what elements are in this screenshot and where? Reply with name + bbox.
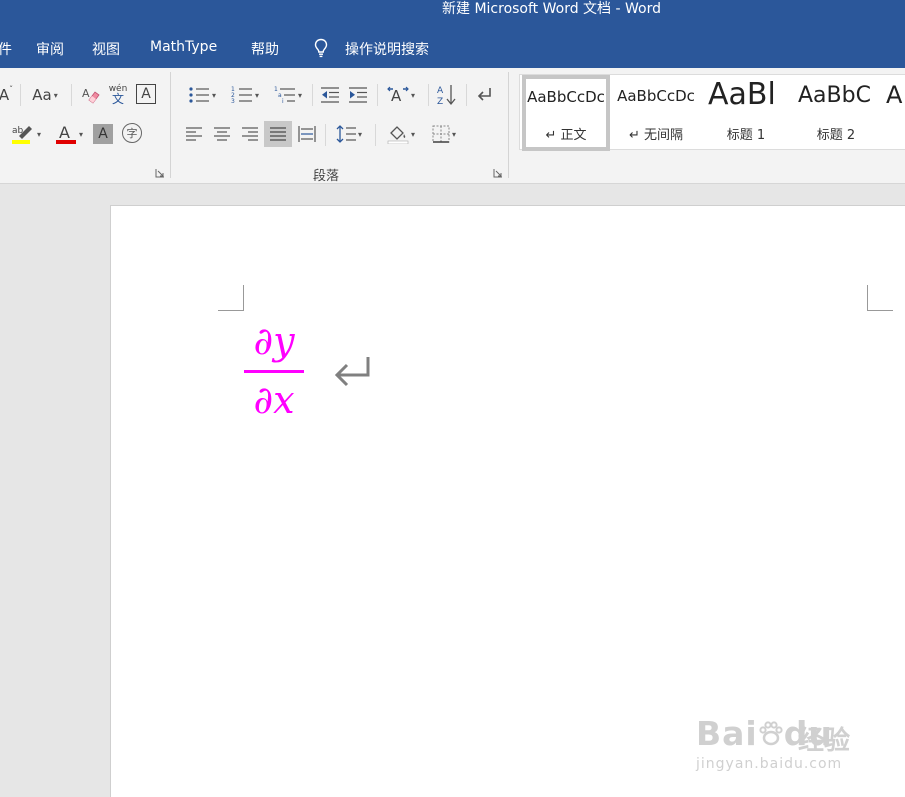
svg-text:Z: Z [437,97,443,107]
multilevel-list-icon: 1 a i [274,86,295,105]
margin-corner-top-right [867,285,893,311]
text-highlight-button[interactable]: ab ▾ [4,122,46,146]
enclose-characters-button[interactable]: 字 [122,123,142,143]
line-spacing-button[interactable]: ▾ [330,121,368,147]
asian-layout-button[interactable]: A ▾ [383,83,419,107]
shading-button[interactable]: ▾ [381,121,421,147]
sort-az-icon: A Z [437,85,456,107]
margin-corner-top-left [218,285,244,311]
style-title[interactable]: A [882,75,905,151]
menu-bar: 件 审阅 视图 MathType 帮助 操作说明搜索 [0,20,905,68]
svg-text:A: A [437,86,444,96]
style-normal[interactable]: AaBbCcDc ↵ 正文 [522,75,610,151]
style-heading-2[interactable]: AaBbC 标题 2 [792,75,880,151]
eraser-icon: A [82,87,100,104]
font-dialog-launcher-icon[interactable] [155,168,165,178]
math-equation[interactable]: ∂y ∂x [244,318,304,423]
font-color-icon: A [55,123,76,144]
svg-text:A: A [59,123,70,142]
decrease-indent-icon [321,87,339,103]
paw-icon [759,721,783,746]
font-color-button[interactable]: A ▾ [50,122,88,146]
multilevel-list-button[interactable]: 1 a i ▾ [268,83,308,107]
menu-review-tab[interactable]: 审阅 [36,39,64,59]
sort-button[interactable]: A Z [434,82,460,108]
style-sample: A [886,81,903,109]
paint-bucket-icon [387,126,409,144]
baidu-logo-bai: Bai [696,714,758,753]
paragraph-dialog-launcher-icon[interactable] [493,168,503,178]
baidu-watermark: Bai du 经验 jingyan.baidu.com [696,698,866,778]
style-no-spacing[interactable]: AaBbCcDc ↵ 无间隔 [612,75,700,151]
align-left-icon [186,127,202,141]
font-size-a-icon: A [0,86,10,104]
style-name: ↵ 无间隔 [628,128,684,143]
decrease-indent-button[interactable] [318,83,342,107]
increase-indent-icon [349,87,367,103]
numbered-list-icon: 1 2 3 [231,86,252,105]
menu-mathtype-tab[interactable]: MathType [150,39,217,55]
highlighter-icon: ab [11,126,32,144]
enclose-label: 字 [126,127,138,140]
menu-file-tab[interactable]: 件 [0,39,12,59]
borders-icon [432,125,450,143]
show-hide-marks-button[interactable] [472,83,496,107]
shrink-font-button[interactable]: Aˇ [0,84,13,106]
style-heading-1[interactable]: AaBl 标题 1 [702,75,790,151]
distributed-icon [298,126,316,142]
style-sample: AaBbCcDc [617,87,695,105]
character-shading-button[interactable]: A [93,124,113,144]
clear-formatting-button[interactable]: A [80,83,102,107]
ribbon: Aˇ Aa ▾ A wén 文 A ab ▾ A ▾ A 字 ▾ 1 2 3 ▾… [0,68,905,184]
paragraph-mark-icon [477,88,491,101]
style-sample: AaBbC [798,83,871,108]
menu-help-tab[interactable]: 帮助 [251,39,279,59]
align-center-icon [214,127,230,141]
asian-layout-icon: A [387,86,409,105]
watermark-url: jingyan.baidu.com [696,756,843,772]
bullet-list-icon [189,87,209,103]
svg-text:3: 3 [231,98,235,105]
document-gutter [0,185,110,797]
align-right-button[interactable] [238,121,262,147]
distributed-align-button[interactable] [295,121,319,147]
line-spacing-icon [336,125,356,143]
jingyan-label: 经验 [798,726,851,756]
svg-text:i: i [282,98,284,105]
align-left-button[interactable] [182,121,206,147]
svg-text:A: A [82,87,90,100]
justify-button[interactable] [264,121,292,147]
borders-button[interactable]: ▾ [424,121,464,147]
justify-icon [270,127,286,141]
paragraph-return-icon [334,357,370,387]
phonetic-guide-button[interactable]: wén 文 [107,81,129,107]
equation-numerator: ∂y [253,319,295,363]
style-name: ↵ 正文 [545,128,587,143]
phonetic-char-label: 文 [111,92,124,106]
styles-gallery: AaBbCcDc ↵ 正文 AaBbCcDc ↵ 无间隔 AaBl 标题 1 A… [519,74,905,151]
fraction-bar [244,370,304,373]
tell-me-search[interactable]: 操作说明搜索 [345,39,429,59]
numbering-button[interactable]: 1 2 3 ▾ [225,83,265,107]
lightbulb-icon[interactable] [313,38,329,58]
shading-label: A [98,126,108,142]
style-sample: AaBbCcDc [527,88,605,106]
style-name: 标题 2 [816,128,856,143]
character-border-button[interactable]: A [136,84,156,104]
equation-denominator: ∂x [253,378,295,422]
char-border-label: A [141,86,151,102]
window-title: 新建 Microsoft Word 文档 - Word [442,1,661,17]
title-bar: 新建 Microsoft Word 文档 - Word [0,0,905,20]
increase-indent-button[interactable] [346,83,370,107]
bullets-button[interactable]: ▾ [182,83,222,107]
change-case-label: Aa [32,86,52,104]
paragraph-group-label: 段落 [313,169,340,184]
align-center-button[interactable] [210,121,234,147]
style-sample: AaBl [708,77,776,112]
change-case-button[interactable]: Aa ▾ [28,84,62,106]
align-right-icon [242,127,258,141]
menu-view-tab[interactable]: 视图 [92,39,120,59]
style-name: 标题 1 [726,128,766,143]
